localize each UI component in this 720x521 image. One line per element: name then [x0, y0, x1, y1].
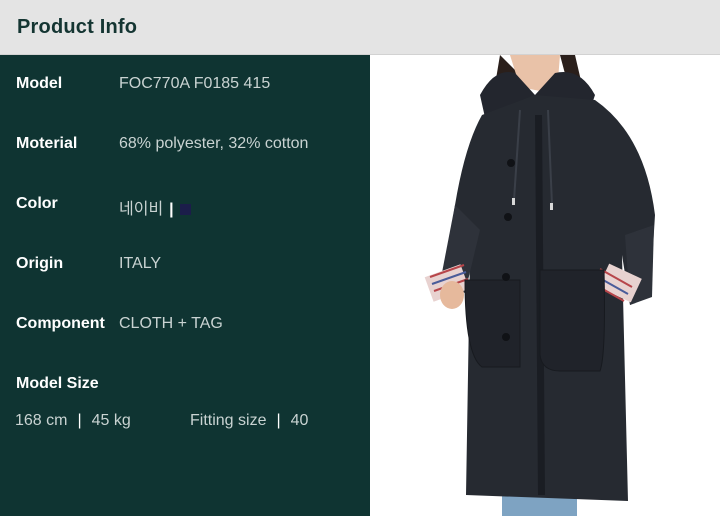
- info-value-wrap: 네이비 |: [119, 195, 191, 219]
- fitting-size: Fitting size | 40: [190, 412, 308, 430]
- info-row-model: Model FOC770A F0185 415: [0, 75, 370, 99]
- separator: |: [77, 412, 82, 429]
- coat-illustration: [424, 55, 655, 516]
- info-row-model-size: Model Size: [0, 375, 370, 399]
- model-height: 168 cm: [15, 412, 68, 429]
- model-weight: 45 kg: [91, 412, 131, 429]
- separator: |: [276, 412, 281, 429]
- color-swatch: [179, 204, 191, 215]
- info-label: Origin: [16, 255, 64, 272]
- product-photo: [370, 55, 720, 516]
- info-label: Model Size: [16, 375, 99, 392]
- info-row-origin: Origin ITALY: [0, 255, 370, 279]
- info-label: Moterial: [16, 135, 78, 152]
- fitting-size-value: 40: [290, 412, 309, 429]
- info-row-material: Moterial 68% polyester, 32% cotton: [0, 135, 370, 159]
- info-row-color: Color 네이비 |: [0, 195, 370, 219]
- header-bar: Product Info: [0, 0, 720, 55]
- info-panel: Model FOC770A F0185 415 Moterial 68% pol…: [0, 55, 370, 516]
- model-measurements: 168 cm | 45 kg: [15, 412, 131, 430]
- fitting-size-label: Fitting size: [190, 412, 267, 429]
- info-value: 네이비: [119, 201, 164, 218]
- info-label: Component: [16, 315, 105, 332]
- info-value: FOC770A F0185 415: [119, 75, 271, 92]
- info-value: CLOTH + TAG: [119, 315, 223, 332]
- page-title: Product Info: [17, 16, 138, 38]
- separator: |: [169, 201, 174, 218]
- info-label: Model: [16, 75, 63, 92]
- info-row-component: Component CLOTH + TAG: [0, 315, 370, 339]
- info-label: Color: [16, 195, 58, 212]
- info-value: ITALY: [119, 255, 162, 272]
- info-value: 68% polyester, 32% cotton: [119, 135, 309, 152]
